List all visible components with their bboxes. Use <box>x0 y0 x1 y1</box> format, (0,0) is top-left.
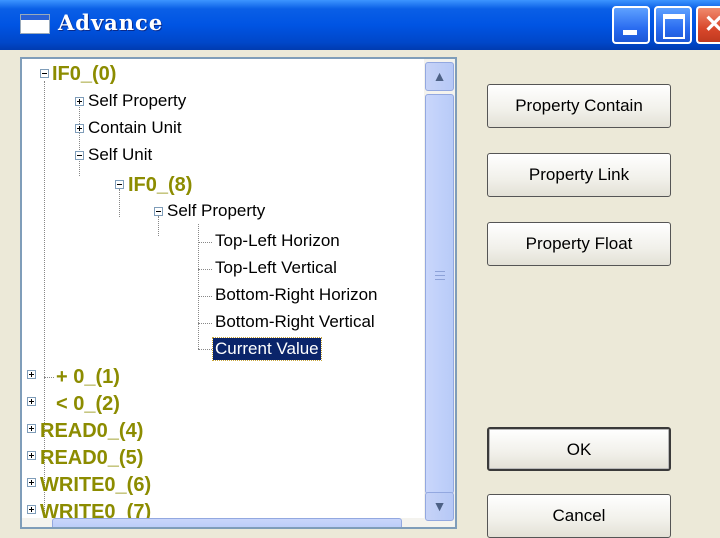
property-float-button[interactable]: Property Float <box>487 222 671 266</box>
tree-node-top-left-vertical[interactable]: Top-Left Vertical <box>215 257 337 279</box>
tree-connector <box>158 216 159 236</box>
cancel-button[interactable]: Cancel <box>487 494 671 538</box>
chevron-up-icon[interactable]: ▲ <box>425 62 454 91</box>
tree-connector <box>198 323 212 324</box>
tree-connector <box>198 242 212 243</box>
tree-node-bottom-right-horizon[interactable]: Bottom-Right Horizon <box>215 284 378 306</box>
expand-icon[interactable] <box>27 478 36 487</box>
property-link-button[interactable]: Property Link <box>487 153 671 197</box>
grip-line <box>435 271 445 272</box>
collapse-icon[interactable] <box>154 207 163 216</box>
collapse-icon[interactable] <box>75 151 84 160</box>
tree-connector <box>198 269 212 270</box>
window-title: Advance <box>58 10 164 35</box>
tree-node-top-left-horizon[interactable]: Top-Left Horizon <box>215 230 340 252</box>
title-bar[interactable]: Advance <box>0 0 720 50</box>
expand-icon[interactable] <box>27 397 36 406</box>
ok-button[interactable]: OK <box>487 427 671 471</box>
tree-node-read0-5[interactable]: READ0_(5) <box>40 447 143 469</box>
scroll-thumb[interactable] <box>425 94 454 494</box>
horizontal-scrollbar[interactable] <box>22 518 424 527</box>
tree-node-read0-4[interactable]: READ0_(4) <box>40 420 143 442</box>
collapse-icon[interactable] <box>40 69 49 78</box>
horizontal-scroll-thumb[interactable] <box>52 518 402 527</box>
tree-connector <box>44 377 54 378</box>
tree-node-bottom-right-vertical[interactable]: Bottom-Right Vertical <box>215 311 375 333</box>
window-icon <box>20 14 50 34</box>
minimize-icon[interactable] <box>612 6 650 44</box>
collapse-icon[interactable] <box>115 180 124 189</box>
expand-icon[interactable] <box>27 424 36 433</box>
tree-node-self-unit[interactable]: Self Unit <box>88 144 152 166</box>
tree-connector <box>198 349 212 350</box>
tree-node-current-value[interactable]: Current Value <box>212 337 322 361</box>
grip-line <box>435 279 445 280</box>
expand-icon[interactable] <box>27 370 36 379</box>
tree-connector <box>119 189 120 217</box>
tree-node-if0-0[interactable]: IF0_(0) <box>52 63 116 85</box>
maximize-icon[interactable] <box>654 6 692 44</box>
expand-icon[interactable] <box>75 97 84 106</box>
expand-icon[interactable] <box>27 505 36 514</box>
tree-node-lt-0-2[interactable]: < 0_(2) <box>56 393 120 415</box>
tree-node-if0-8[interactable]: IF0_(8) <box>128 174 192 196</box>
tree-node-self-property[interactable]: Self Property <box>88 90 186 112</box>
tree-node-write0-6[interactable]: WRITE0_(6) <box>40 474 151 496</box>
tree-connector <box>79 104 80 176</box>
tree-node-contain-unit[interactable]: Contain Unit <box>88 117 182 139</box>
close-icon[interactable] <box>696 6 720 44</box>
tree-connector <box>198 296 212 297</box>
tree-node-self-property-2[interactable]: Self Property <box>167 200 265 222</box>
chevron-down-icon[interactable]: ▼ <box>425 492 454 521</box>
grip-line <box>435 275 445 276</box>
vertical-scrollbar[interactable]: ▲ ▼ <box>424 59 455 527</box>
expand-icon[interactable] <box>75 124 84 133</box>
expand-icon[interactable] <box>27 451 36 460</box>
tree-node-plus-0-1[interactable]: + 0_(1) <box>56 366 120 388</box>
tree-view[interactable]: IF0_(0) Self Property Contain Unit Self … <box>20 57 457 529</box>
property-contain-button[interactable]: Property Contain <box>487 84 671 128</box>
